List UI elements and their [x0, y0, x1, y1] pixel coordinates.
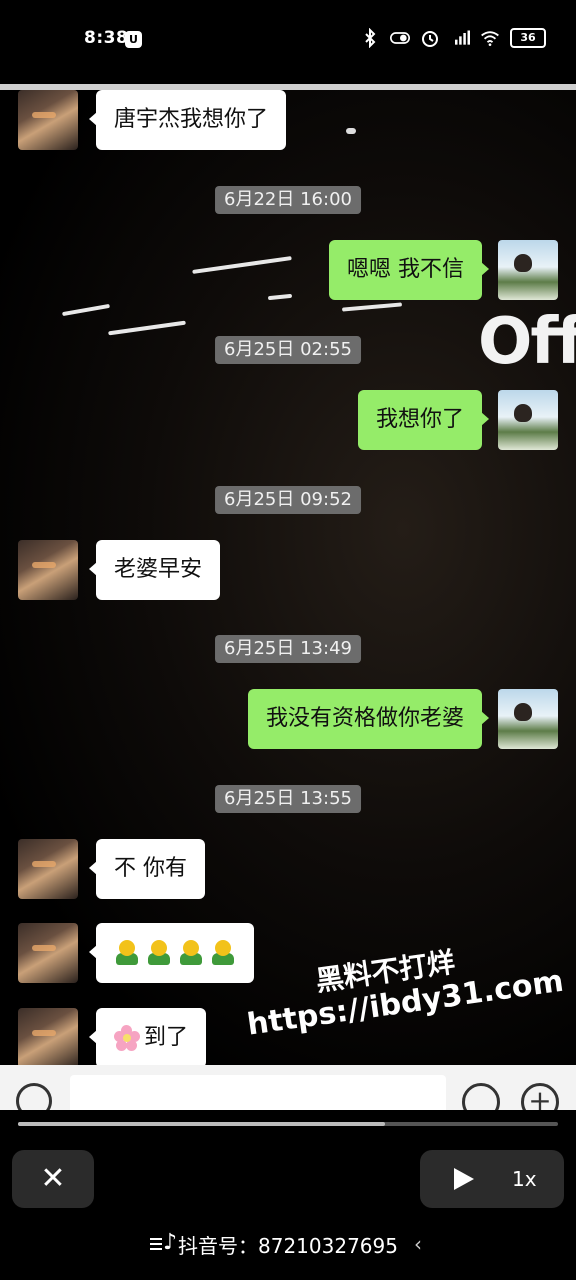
progress-bar-fill — [18, 1122, 386, 1126]
play-icon[interactable] — [454, 1168, 474, 1190]
hugging-face-icon — [178, 940, 204, 966]
message-bubble-in[interactable]: 唐宇杰我想你了 — [88, 90, 287, 150]
status-time: 8:38 — [84, 28, 129, 48]
ceiling-light — [108, 320, 186, 336]
message-bubble-in-emoji[interactable] — [89, 923, 254, 983]
self-avatar[interactable] — [498, 240, 558, 300]
message-bubble-out[interactable]: 我没有资格做你老婆 — [247, 689, 490, 749]
cherry-blossom-icon — [114, 1025, 140, 1051]
chat-area[interactable]: Off- 唐宇杰我想你了 6月22日 16:00 嗯嗯 我不信 6月25日 02… — [0, 90, 576, 1065]
message-timestamp: 6月22日 16:00 — [215, 186, 361, 214]
voice-input-icon[interactable] — [16, 1083, 52, 1110]
nfc-toggle-icon — [390, 32, 410, 44]
hugging-face-icon — [210, 940, 236, 966]
ceiling-light — [341, 302, 403, 312]
douyin-id-line: 抖音号：87210327695 — [0, 1230, 576, 1259]
contact-avatar[interactable] — [18, 839, 78, 899]
hugging-face-icon — [146, 940, 172, 966]
douyin-id-value: 87210327695 — [258, 1234, 398, 1258]
message-text: 到了 — [144, 1025, 189, 1050]
message-timestamp: 6月25日 13:55 — [215, 785, 361, 813]
message-timestamp: 6月25日 02:55 — [215, 336, 361, 364]
background-sign: Off- — [478, 305, 576, 379]
self-avatar[interactable] — [498, 390, 558, 450]
signal-hd-icon — [455, 30, 470, 45]
status-bar: 8:38 U 36 — [0, 0, 576, 84]
progress-bar[interactable] — [18, 1122, 558, 1126]
ceiling-light — [267, 293, 293, 301]
back-arrow-icon: ‹ — [414, 1232, 422, 1256]
message-bubble-out[interactable]: 嗯嗯 我不信 — [329, 240, 489, 300]
battery-icon: 36 — [510, 28, 546, 48]
message-timestamp: 6月25日 13:49 — [215, 635, 361, 663]
playback-speed-button[interactable]: 1x — [512, 1150, 537, 1208]
self-avatar[interactable] — [498, 689, 558, 749]
close-button[interactable]: ✕ — [12, 1150, 94, 1208]
ceiling-light — [346, 128, 356, 134]
alarm-icon — [422, 31, 438, 47]
chat-input-bar: + — [0, 1065, 576, 1110]
app-notification-icon: U — [125, 31, 142, 48]
contact-avatar[interactable] — [18, 90, 78, 150]
ceiling-light — [62, 303, 110, 317]
message-input[interactable] — [70, 1075, 446, 1110]
wifi-icon — [481, 31, 499, 46]
more-options-icon[interactable]: + — [521, 1083, 559, 1110]
ceiling-light — [192, 256, 292, 274]
hugging-face-icon — [114, 940, 140, 966]
message-timestamp: 6月25日 09:52 — [215, 486, 361, 514]
message-bubble-in[interactable]: 不 你有 — [89, 839, 205, 899]
message-bubble-in[interactable]: 到了 — [88, 1008, 207, 1065]
hugging-emoji-group — [114, 940, 236, 966]
message-bubble-in[interactable]: 老婆早安 — [88, 540, 221, 600]
emoji-picker-icon[interactable] — [462, 1083, 500, 1110]
contact-avatar[interactable] — [18, 540, 78, 600]
status-icons: 36 — [360, 28, 546, 48]
contact-avatar[interactable] — [18, 1008, 78, 1065]
contact-avatar[interactable] — [18, 923, 78, 983]
message-bubble-out[interactable]: 我想你了 — [357, 390, 490, 450]
bluetooth-icon — [365, 28, 376, 48]
video-player-controls: ✕ 1x ♪ 抖音号：87210327695 ‹ — [0, 1110, 576, 1280]
douyin-id-label: 抖音号： — [178, 1234, 258, 1258]
playback-controls: 1x — [420, 1150, 564, 1208]
